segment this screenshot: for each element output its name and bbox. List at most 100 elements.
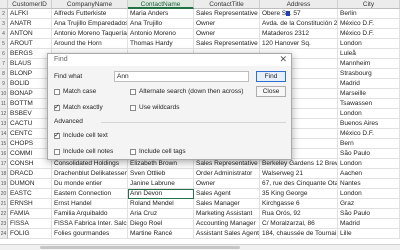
table-cell[interactable]: 184, chaussée de Tournai	[260, 229, 338, 239]
table-cell[interactable]: Nantes	[338, 179, 400, 189]
row-number[interactable]: 18	[0, 169, 8, 179]
table-cell[interactable]: Sales Agent	[194, 189, 260, 199]
table-cell[interactable]: 120 Hanover Sq.	[260, 39, 338, 49]
row-number[interactable]: 6	[0, 49, 8, 59]
table-cell[interactable]: Mannheim	[338, 59, 400, 69]
row-number[interactable]: 16	[0, 149, 8, 159]
table-cell[interactable]: São Paulo	[338, 149, 400, 159]
row-number[interactable]: 17	[0, 159, 8, 169]
table-cell[interactable]: ANATR	[8, 19, 52, 29]
row-number[interactable]: 19	[0, 179, 8, 189]
row-number[interactable]: 21	[0, 199, 8, 209]
table-cell[interactable]: Buenos Aires	[338, 119, 400, 129]
include-cell-tags-checkbox[interactable]	[130, 149, 136, 155]
include-cell-notes-checkbox[interactable]	[54, 149, 60, 155]
table-cell[interactable]: Thomas Hardy	[128, 39, 194, 49]
table-cell[interactable]: 35 King George	[260, 189, 338, 199]
table-cell[interactable]: Owner	[194, 179, 260, 189]
table-cell[interactable]: FISSA	[8, 219, 52, 229]
table-cell[interactable]: Order Administrator	[194, 169, 260, 179]
table-cell[interactable]: Elizabeth Brown	[128, 159, 194, 169]
table-cell[interactable]: Ana Trujillo Emparedados	[52, 19, 128, 29]
table-cell[interactable]: Assistant Sales Agent	[194, 229, 260, 239]
use-wildcards-checkbox[interactable]	[130, 105, 136, 111]
row-number[interactable]: 13	[0, 119, 8, 129]
table-cell[interactable]: BSBEV	[8, 109, 52, 119]
row-number[interactable]: 2	[0, 9, 8, 19]
column-header[interactable]: ContactTitle	[194, 0, 260, 9]
close-button[interactable]: Close	[256, 86, 286, 97]
table-cell[interactable]: Madrid	[338, 219, 400, 229]
table-cell[interactable]: São Paulo	[338, 209, 400, 219]
table-cell[interactable]: ALFKI	[8, 9, 52, 19]
row-number[interactable]: 11	[0, 99, 8, 109]
table-cell[interactable]: Accounting Manager	[194, 219, 260, 229]
table-cell[interactable]: Maria Anders	[128, 9, 194, 19]
table-cell[interactable]: Drachenblut Delikatessen	[52, 169, 128, 179]
find-what-input[interactable]	[114, 71, 249, 82]
match-exactly-checkbox[interactable]	[54, 103, 60, 111]
table-cell[interactable]: Madrid	[338, 79, 400, 89]
include-cell-text-checkbox[interactable]	[54, 131, 60, 139]
table-cell[interactable]: CENTC	[8, 129, 52, 139]
table-cell[interactable]: Strasbourg	[338, 69, 400, 79]
table-cell[interactable]: ERNSH	[8, 199, 52, 209]
table-cell[interactable]: BONAP	[8, 89, 52, 99]
row-number[interactable]: 7	[0, 59, 8, 69]
table-cell[interactable]: Martine Rancé	[128, 229, 194, 239]
table-cell[interactable]: DRACD	[8, 169, 52, 179]
table-cell[interactable]: ANTON	[8, 29, 52, 39]
table-cell[interactable]: Alfreds Futterkiste	[52, 9, 128, 19]
table-cell[interactable]: COMMI	[8, 149, 52, 159]
table-cell[interactable]: Sales Representative	[194, 9, 260, 19]
row-number[interactable]: 3	[0, 19, 8, 29]
table-cell[interactable]: Berlin	[338, 9, 400, 19]
table-cell[interactable]: Diego Roel	[128, 219, 194, 229]
table-cell[interactable]: México D.F.	[338, 29, 400, 39]
table-cell[interactable]: Kirchgasse 6	[260, 199, 338, 209]
table-cell[interactable]: Berkeley Gardens 12 Brewery	[260, 159, 338, 169]
table-cell[interactable]: Folies gourmandes	[52, 229, 128, 239]
table-cell[interactable]: Lille	[338, 229, 400, 239]
row-number[interactable]: 12	[0, 109, 8, 119]
close-icon[interactable]: ✕	[279, 55, 287, 64]
column-header[interactable]: CustomerID	[8, 0, 52, 9]
table-cell[interactable]: Aachen	[338, 169, 400, 179]
column-header[interactable]: Address	[260, 0, 338, 9]
table-cell[interactable]: Roland Mendel	[128, 199, 194, 209]
table-cell[interactable]: Mataderos 2312	[260, 29, 338, 39]
row-number[interactable]: 20	[0, 189, 8, 199]
match-case-checkbox[interactable]	[54, 89, 60, 95]
table-cell[interactable]: BLAUS	[8, 59, 52, 69]
table-cell[interactable]: Owner	[194, 19, 260, 29]
table-cell[interactable]: Luleå	[338, 49, 400, 59]
table-cell[interactable]: Avda. de la Constitución 2222	[260, 19, 338, 29]
table-cell[interactable]: BERGS	[8, 49, 52, 59]
table-cell[interactable]: Walserweg 21	[260, 169, 338, 179]
table-cell[interactable]: 67, rue des Cinquante Otages	[260, 179, 338, 189]
grid-corner[interactable]	[0, 0, 8, 9]
table-cell[interactable]: London	[338, 109, 400, 119]
table-cell[interactable]: Rua Orós, 92	[260, 209, 338, 219]
table-cell[interactable]: Janine Labrune	[128, 179, 194, 189]
row-number[interactable]: 4	[0, 29, 8, 39]
row-number[interactable]: 15	[0, 139, 8, 149]
table-cell[interactable]: Familia Arquibaldo	[52, 209, 128, 219]
column-header[interactable]: CompanyName	[52, 0, 128, 9]
table-cell[interactable]: Sales Representative	[194, 39, 260, 49]
table-cell[interactable]: Obere Str. 57	[260, 9, 338, 19]
column-header[interactable]: City	[338, 0, 400, 9]
find-button[interactable]: Find	[256, 71, 286, 82]
table-cell[interactable]: C/ Moralzarzal, 86	[260, 219, 338, 229]
row-number[interactable]: 22	[0, 209, 8, 219]
table-cell[interactable]: London	[338, 159, 400, 169]
table-cell[interactable]: Eastern Connection	[52, 189, 128, 199]
scrollbar-thumb[interactable]	[40, 246, 240, 249]
table-cell[interactable]: Sales Representative	[194, 159, 260, 169]
row-number[interactable]: 8	[0, 69, 8, 79]
table-cell[interactable]: Ernst Handel	[52, 199, 128, 209]
table-cell[interactable]: BOLID	[8, 79, 52, 89]
table-cell[interactable]: CONSH	[8, 159, 52, 169]
table-cell[interactable]: Marketing Assistant	[194, 209, 260, 219]
table-cell[interactable]: CHOPS	[8, 139, 52, 149]
